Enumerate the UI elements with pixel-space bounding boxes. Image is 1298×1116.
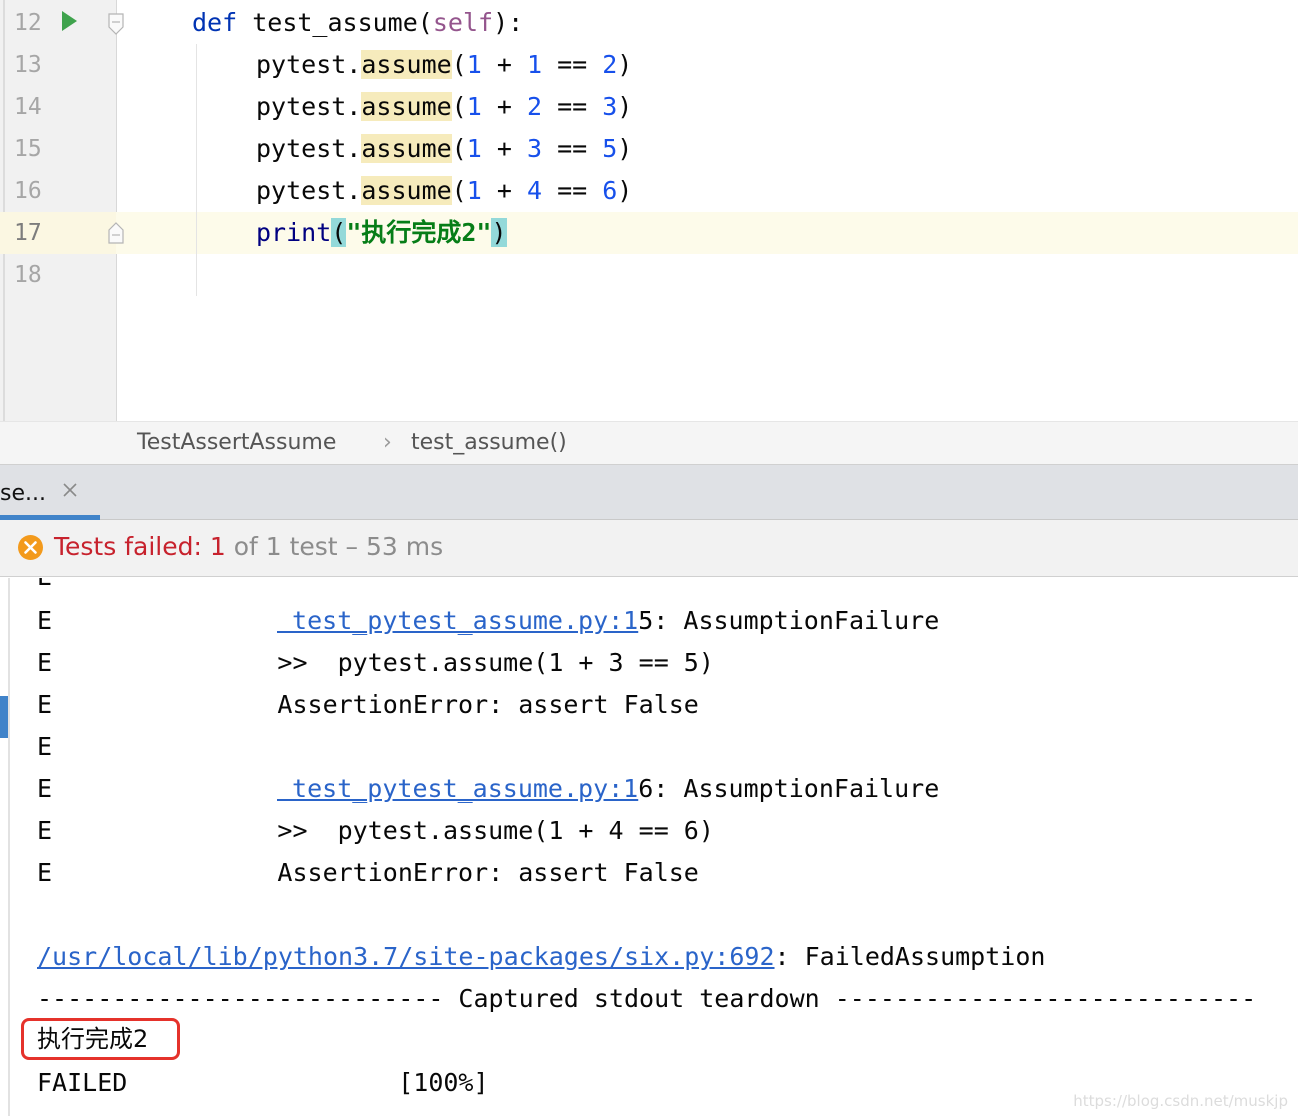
run-triangle-icon[interactable]: [62, 11, 77, 31]
number: 4: [526, 176, 543, 205]
number: 6: [602, 176, 618, 205]
error-marker: E: [37, 578, 52, 591]
fail-circle-icon: [17, 534, 44, 561]
breadcrumb-class[interactable]: TestAssertAssume: [137, 430, 336, 455]
highlight-box: [21, 1018, 180, 1060]
line-number: 18: [14, 262, 42, 288]
close-icon[interactable]: [61, 481, 79, 499]
code-line-def: def test_assume(self):: [192, 2, 523, 44]
failure-text: 6: AssumptionFailure: [638, 774, 940, 803]
console-gutter: [8, 578, 10, 1116]
six-file-link[interactable]: /usr/local/lib/python3.7/site-packages/s…: [37, 942, 775, 971]
number: 1: [466, 134, 482, 163]
matched-brace: (: [331, 218, 347, 247]
builtin-print: print: [256, 218, 332, 247]
breadcrumb-method[interactable]: test_assume(): [411, 430, 567, 455]
failure-text: 5: AssumptionFailure: [638, 606, 940, 635]
usage-highlight: assume: [361, 50, 452, 79]
console-line-text: test_pytest_assume.py:15: AssumptionFail…: [277, 600, 939, 642]
number: 1: [466, 50, 482, 79]
run-tool-window-tabs: se...: [0, 465, 1298, 520]
captured-stdout-header: --------------------------- Captured std…: [37, 984, 1257, 1013]
failed-count: 1: [209, 532, 226, 561]
module-ref: pytest.: [256, 92, 362, 121]
console-line: /usr/local/lib/python3.7/site-packages/s…: [37, 936, 1045, 978]
test-status-bar: Tests failed: 1 of 1 test – 53 ms: [0, 520, 1298, 577]
code-editor[interactable]: 12 13 14 15 16 17 18 def test_assume(sel…: [0, 0, 1298, 421]
error-marker: E: [37, 690, 53, 719]
module-ref: pytest.: [256, 176, 362, 205]
console-line-text: >> pytest.assume(1 + 4 == 6): [157, 816, 714, 845]
indent-guide: [196, 44, 197, 296]
error-marker: E: [37, 774, 53, 803]
function-name: test_assume: [252, 8, 418, 37]
breadcrumb: TestAssertAssume › test_assume(): [0, 421, 1298, 465]
file-link[interactable]: test_pytest_assume.py:1: [277, 774, 638, 803]
console-line: E: [37, 642, 52, 684]
console-line: E: [37, 684, 52, 726]
error-marker: E: [37, 732, 53, 761]
line-number: 12: [14, 10, 42, 36]
console-line-text: test_pytest_assume.py:16: AssumptionFail…: [277, 768, 939, 810]
self-param: self: [432, 8, 494, 37]
status-prefix: Tests failed:: [54, 532, 210, 561]
usage-highlight: assume: [361, 92, 452, 121]
code-line-print: print("执行完成2"): [256, 212, 507, 254]
console-line: E: [37, 726, 52, 768]
line-number: 16: [14, 178, 42, 204]
console-output[interactable]: E E test_pytest_assume.py:15: Assumption…: [0, 578, 1298, 1116]
console-line-text: AssertionError: assert False: [157, 858, 699, 887]
paren-colon: ):: [493, 8, 524, 37]
console-line: E: [37, 578, 52, 598]
number: 1: [526, 50, 543, 79]
number: 1: [466, 176, 482, 205]
line-number-current: 17: [14, 220, 42, 246]
keyword-def: def: [192, 8, 238, 37]
console-line: E: [37, 852, 52, 894]
console-line: E: [37, 768, 52, 810]
module-ref: pytest.: [256, 134, 362, 163]
current-line-highlight: [0, 212, 1298, 254]
result-line: FAILED [100%]: [37, 1068, 489, 1097]
code-line-assume: pytest.assume(1 + 4 == 6): [256, 176, 633, 205]
number: 2: [602, 50, 618, 79]
console-line-text: AssertionError: assert False: [157, 690, 699, 719]
console-line-text: >> pytest.assume(1 + 3 == 5): [157, 648, 714, 677]
fold-open-icon[interactable]: [108, 13, 124, 35]
error-marker: E: [37, 858, 53, 887]
number: 3: [602, 92, 618, 121]
error-marker: E: [37, 606, 53, 635]
number: 5: [602, 134, 618, 163]
paren: (: [417, 8, 433, 37]
number: 1: [466, 92, 482, 121]
console-scroll-marker: [0, 696, 8, 738]
code-line-assume: pytest.assume(1 + 1 == 2): [256, 50, 633, 79]
console-line: E: [37, 600, 52, 642]
console-line: E: [37, 810, 52, 852]
fold-close-icon[interactable]: [108, 222, 124, 244]
error-marker: E: [37, 648, 53, 677]
module-ref: pytest.: [256, 50, 362, 79]
chevron-right-icon: ›: [383, 430, 392, 455]
file-link[interactable]: test_pytest_assume.py:1: [277, 606, 638, 635]
test-status-text: Tests failed: 1 of 1 test – 53 ms: [54, 532, 443, 561]
line-number: 14: [14, 94, 42, 120]
usage-highlight: assume: [361, 134, 452, 163]
watermark: https://blog.csdn.net/muskjp: [1073, 1092, 1288, 1110]
string-literal: "执行完成2": [346, 218, 492, 247]
tab-label: se...: [0, 481, 46, 506]
status-suffix: of 1 test – 53 ms: [225, 532, 444, 561]
matched-brace: ): [491, 218, 507, 247]
line-number: 15: [14, 136, 42, 162]
usage-highlight: assume: [361, 176, 452, 205]
tab-run-config[interactable]: se...: [0, 465, 100, 520]
code-line-assume: pytest.assume(1 + 2 == 3): [256, 92, 633, 121]
gutter-border: [3, 0, 5, 421]
code-line-assume: pytest.assume(1 + 3 == 5): [256, 134, 633, 163]
failed-assumption-text: : FailedAssumption: [774, 942, 1046, 971]
number: 3: [526, 134, 543, 163]
error-marker: E: [37, 816, 53, 845]
number: 2: [526, 92, 543, 121]
line-number: 13: [14, 52, 42, 78]
